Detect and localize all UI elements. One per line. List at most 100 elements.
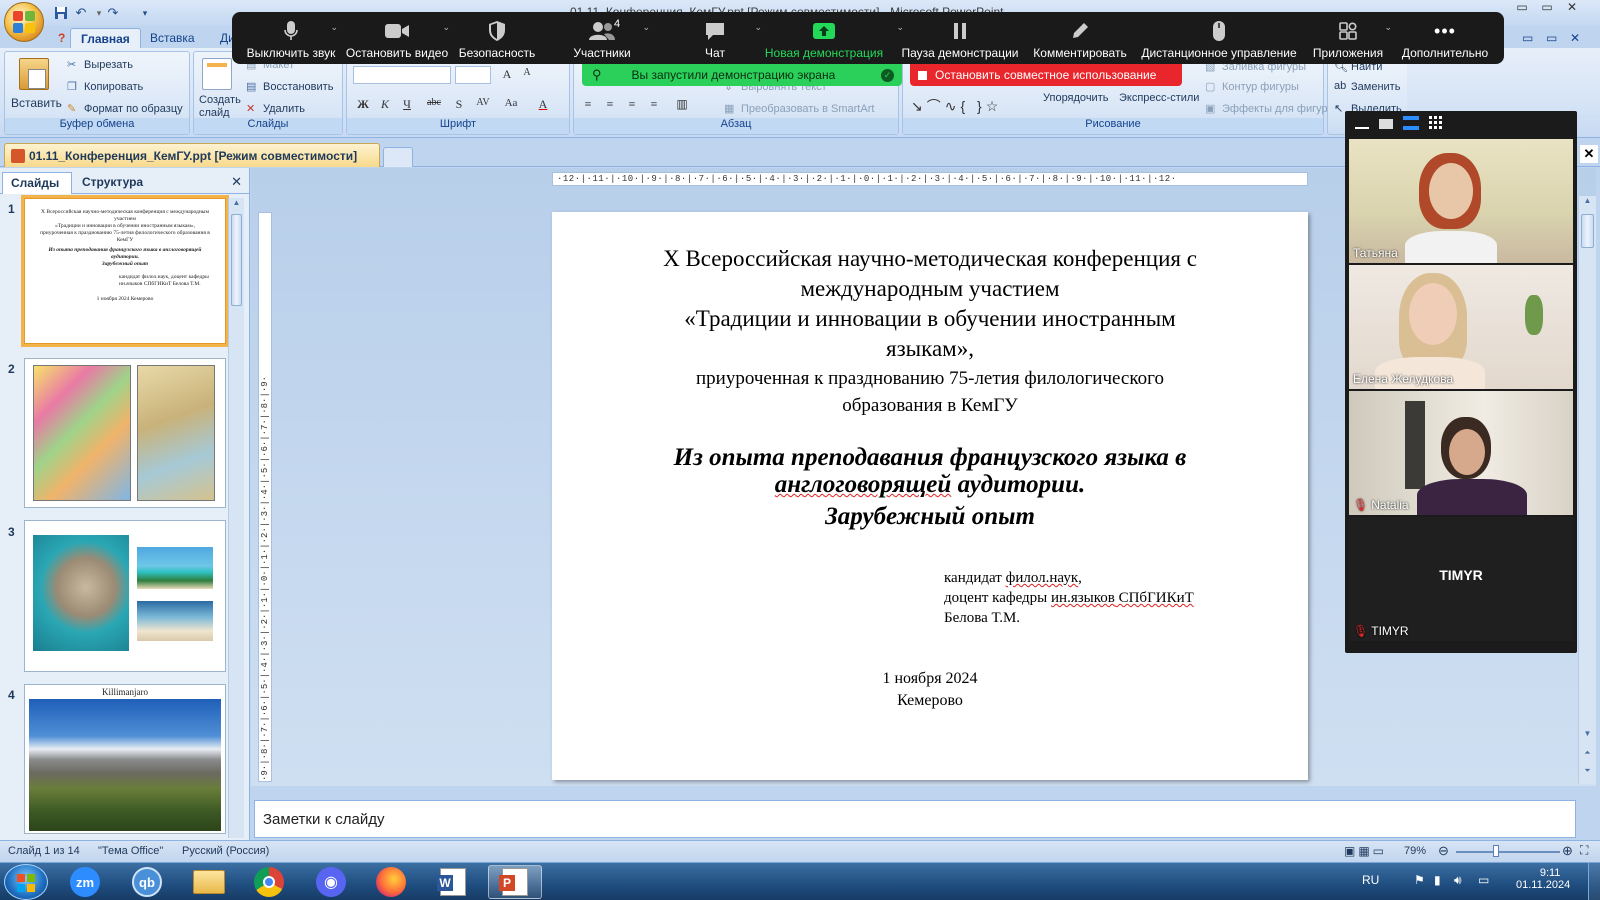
- fit-slide-icon[interactable]: ⛶: [1580, 843, 1588, 858]
- restore-button[interactable]: ▭: [1535, 0, 1559, 18]
- video-chevron-icon[interactable]: ⌄: [442, 22, 450, 33]
- slide-thumbnail-3[interactable]: [24, 520, 226, 672]
- shape-outline-button[interactable]: ▢ Контур фигуры: [1205, 80, 1299, 94]
- save-icon[interactable]: [52, 4, 70, 22]
- shadow-button[interactable]: S: [449, 96, 469, 114]
- mute-button[interactable]: Выключить звук ⌄: [240, 18, 342, 64]
- talk-subtitle[interactable]: Зарубежный опыт: [552, 503, 1308, 531]
- format-painter-button[interactable]: ✎ Формат по образцу: [67, 102, 183, 116]
- quick-styles-button[interactable]: Экспресс-стили: [1119, 92, 1199, 104]
- document-tab[interactable]: 01.11_Конференция_КемГУ.ppt [Режим совме…: [4, 143, 380, 167]
- minimize-button[interactable]: ▭: [1510, 0, 1534, 18]
- paste-button[interactable]: Вставить: [11, 96, 62, 110]
- author-block[interactable]: кандидат филол.наук, доцент кафедры ин.я…: [944, 568, 1194, 628]
- annotate-button[interactable]: Комментировать: [1032, 18, 1128, 64]
- align-left-icon[interactable]: ≡: [578, 96, 598, 114]
- ribbon-close-icon[interactable]: ✕: [1560, 28, 1590, 48]
- network-icon[interactable]: ▮: [1434, 873, 1441, 887]
- participant-video-tile[interactable]: Елена Желудкова: [1349, 265, 1573, 389]
- more-button[interactable]: ••• Дополнительно: [1398, 18, 1492, 64]
- new-slide-icon[interactable]: [202, 58, 232, 90]
- zoom-slider-thumb[interactable]: [1492, 845, 1499, 857]
- scroll-up-icon[interactable]: ▲: [229, 198, 244, 212]
- next-slide-icon[interactable]: ⏷: [1579, 766, 1596, 776]
- stop-share-button[interactable]: Остановить совместное использование: [910, 64, 1182, 86]
- strikethrough-button[interactable]: abc: [421, 96, 447, 114]
- office-button[interactable]: [4, 2, 44, 42]
- slide-thumbnail-4[interactable]: Killimanjaro: [24, 684, 226, 834]
- editor-scroll-thumb[interactable]: [1581, 214, 1594, 248]
- zoom-app-taskbar[interactable]: zm: [58, 865, 112, 899]
- explorer-taskbar[interactable]: [182, 865, 236, 899]
- justify-icon[interactable]: ≡: [644, 96, 664, 114]
- pin-icon[interactable]: ⚲: [592, 67, 602, 83]
- powerpoint-taskbar[interactable]: P: [488, 865, 542, 899]
- replace-button[interactable]: ab Заменить: [1334, 80, 1400, 94]
- security-button[interactable]: Безопасность: [456, 18, 538, 64]
- reset-button[interactable]: ▤ Восстановить: [246, 80, 333, 94]
- shrink-font-icon[interactable]: A: [517, 66, 537, 84]
- mute-chevron-icon[interactable]: ⌄: [330, 22, 338, 33]
- tab-insert[interactable]: Вставка: [140, 28, 205, 48]
- redo-icon[interactable]: ↷: [104, 4, 122, 22]
- keyboard-language[interactable]: RU: [1362, 873, 1379, 887]
- talk-title-line[interactable]: Из опыта преподавания французского языка…: [552, 444, 1308, 472]
- participants-button[interactable]: 4 Участники ⌄: [562, 18, 650, 64]
- chat-chevron-icon[interactable]: ⌄: [754, 22, 762, 33]
- editor-scrollbar[interactable]: ▲ ▼ ⏶ ⏷: [1578, 196, 1596, 784]
- tab-home[interactable]: Главная: [70, 28, 141, 48]
- participant-video-tile[interactable]: TIMYR 🎙︎ TIMYR: [1349, 517, 1573, 641]
- zoom-out-icon[interactable]: ⊖: [1438, 843, 1449, 859]
- conference-subtitle-line[interactable]: образования в КемГУ: [552, 395, 1308, 417]
- zoom-in-icon[interactable]: ⊕: [1562, 843, 1573, 859]
- firefox-taskbar[interactable]: [364, 865, 418, 899]
- smartart-button[interactable]: ▦ Преобразовать в SmartArt: [724, 102, 874, 116]
- discord-taskbar[interactable]: ◉: [304, 865, 358, 899]
- minimize-video-icon[interactable]: [1355, 117, 1369, 129]
- speaker-view-icon[interactable]: [1403, 116, 1419, 130]
- zoom-slider-track[interactable]: [1456, 851, 1560, 853]
- new-share-button[interactable]: Новая демонстрация ⌄: [762, 18, 904, 64]
- change-case-button[interactable]: Aa: [499, 96, 523, 114]
- tab-outline[interactable]: Структура: [74, 172, 170, 194]
- flag-icon[interactable]: ⚑: [1414, 873, 1425, 887]
- show-desktop-button[interactable]: [1588, 863, 1600, 900]
- conference-title-line[interactable]: X Всероссийская научно-методическая конф…: [552, 246, 1308, 272]
- conference-title-line[interactable]: международным участием: [552, 276, 1308, 302]
- slide-notes[interactable]: Заметки к слайду: [254, 800, 1576, 838]
- slide-thumbnail-1[interactable]: X Всероссийская научно-методическая конф…: [21, 195, 229, 347]
- arrange-button[interactable]: Упорядочить: [1043, 92, 1108, 104]
- pause-share-button[interactable]: Пауза демонстрации: [900, 18, 1020, 64]
- talk-title-line[interactable]: англоговорящей аудитории.: [552, 471, 1308, 499]
- undo-icon[interactable]: ↶: [72, 4, 90, 22]
- word-taskbar[interactable]: W: [426, 865, 480, 899]
- clock[interactable]: 9:11 01.11.2024: [1516, 867, 1570, 891]
- conference-title-line[interactable]: языкам»,: [552, 336, 1308, 362]
- chat-button[interactable]: Чат ⌄: [688, 18, 762, 64]
- conference-subtitle-line[interactable]: приуроченная к празднованию 75-летия фил…: [552, 368, 1308, 390]
- apps-chevron-icon[interactable]: ⌄: [1384, 22, 1392, 33]
- conference-city[interactable]: Кемерово: [552, 692, 1308, 710]
- qbittorrent-taskbar[interactable]: qb: [120, 865, 174, 899]
- font-name-select[interactable]: [353, 66, 451, 84]
- conference-title-line[interactable]: «Традиции и инновации в обучении иностра…: [552, 306, 1308, 332]
- grow-font-icon[interactable]: A: [497, 66, 517, 84]
- conference-date[interactable]: 1 ноября 2024: [552, 670, 1308, 688]
- shapes-gallery[interactable]: ↘⌒∿{ }☆: [911, 96, 1002, 116]
- stop-video-button[interactable]: Остановить видео ⌄: [344, 18, 450, 64]
- char-spacing-button[interactable]: AV: [471, 96, 495, 114]
- scroll-up-icon[interactable]: ▲: [1579, 196, 1596, 212]
- delete-slide-button[interactable]: ✕ Удалить: [246, 102, 305, 116]
- close-button[interactable]: ✕: [1560, 0, 1584, 18]
- battery-icon[interactable]: ▭: [1478, 873, 1489, 887]
- qat-customize-icon[interactable]: ▾: [136, 4, 154, 22]
- shape-effects-button[interactable]: ▣ Эффекты для фигур: [1205, 102, 1328, 116]
- new-document-tab[interactable]: [383, 147, 413, 167]
- slides-pane-scrollbar[interactable]: ▲: [228, 198, 244, 838]
- italic-button[interactable]: К: [375, 96, 395, 114]
- slide-canvas[interactable]: X Всероссийская научно-методическая конф…: [552, 212, 1308, 780]
- new-slide-button[interactable]: Создать слайд: [199, 94, 243, 120]
- previous-slide-icon[interactable]: ⏶: [1579, 748, 1596, 758]
- document-close-icon[interactable]: ✕: [1580, 145, 1598, 163]
- align-right-icon[interactable]: ≡: [622, 96, 642, 114]
